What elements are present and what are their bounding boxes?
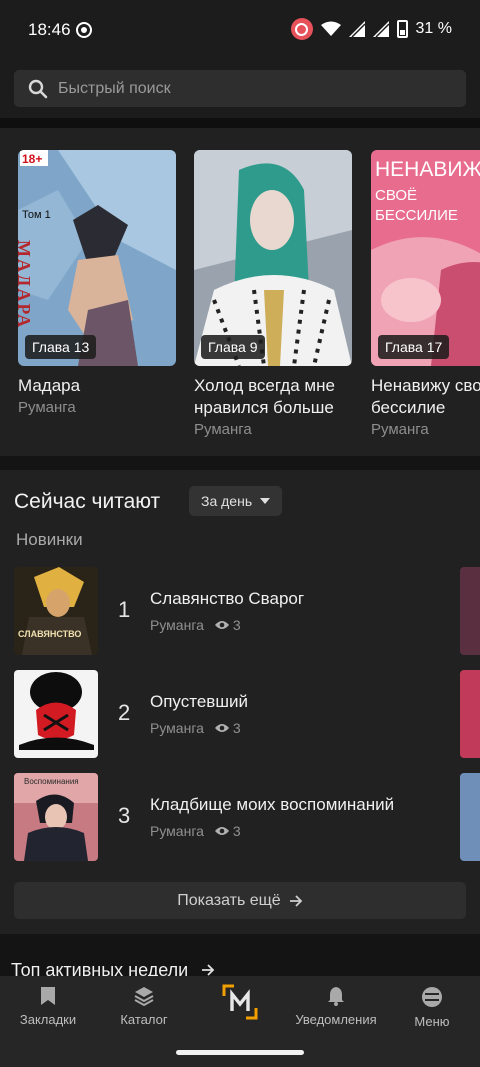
period-dropdown[interactable]: За день xyxy=(189,486,283,516)
cover-text: Том 1 xyxy=(22,209,51,221)
logo-m-icon xyxy=(222,984,258,1020)
nav-label: Закладки xyxy=(19,1012,77,1027)
divider xyxy=(0,118,480,128)
bell-icon xyxy=(328,987,344,1006)
menu-icon xyxy=(422,987,442,1007)
cover-thumbnail: СЛАВЯНСТВО xyxy=(14,567,98,655)
featured-card[interactable]: НЕНАВИЖУ СВОЁ БЕССИЛИЕ Глава 17 Ненавижу… xyxy=(371,150,480,438)
divider xyxy=(0,456,480,470)
status-time: 18:46 xyxy=(28,20,71,39)
cover-text: СВОЁ xyxy=(375,187,417,204)
search-bar: Быстрый поиск xyxy=(0,60,480,118)
card-source: Руманга xyxy=(18,399,76,416)
status-bar: 18:46 31 % xyxy=(0,0,480,60)
cover-text: МАДАРА xyxy=(18,240,34,329)
next-column-cover xyxy=(460,670,480,758)
search-placeholder: Быстрый поиск xyxy=(58,79,171,97)
nav-notifications[interactable]: Уведомления xyxy=(288,986,384,1027)
chapter-badge: Глава 9 xyxy=(201,335,265,359)
show-more-label: Показать ещё xyxy=(177,891,281,909)
layers-icon xyxy=(134,987,154,1006)
rank-number: 3 xyxy=(118,803,131,828)
nav-catalog[interactable]: Каталог xyxy=(96,986,192,1027)
card-title[interactable]: Холод всегда мне нравился больше xyxy=(194,375,352,419)
list-item[interactable]: 2 Опустевший Руманга 3 xyxy=(14,670,464,758)
battery-percent: 31 % xyxy=(415,20,452,37)
rank-number: 2 xyxy=(118,700,131,725)
battery-icon xyxy=(396,20,408,38)
bookmark-icon xyxy=(41,987,55,1005)
featured-card[interactable]: 18+ Том 1 МАДАРА Глава 13 Мадара Руманга xyxy=(18,150,176,416)
search-icon xyxy=(28,79,48,98)
cover-badge: 18+ xyxy=(22,152,42,166)
search-input[interactable]: Быстрый поиск xyxy=(14,70,466,107)
chapter-badge: Глава 13 xyxy=(25,335,97,359)
rank-number: 1 xyxy=(118,597,131,622)
screen-record-icon xyxy=(76,22,92,38)
chapter-badge: Глава 17 xyxy=(378,335,450,359)
cover-text: Воспоминания xyxy=(24,777,79,786)
arrow-right-icon xyxy=(289,894,302,907)
card-title[interactable]: Мадара xyxy=(18,375,176,397)
gesture-handle xyxy=(176,1050,304,1055)
view-count: 3 xyxy=(232,617,241,633)
nav-menu[interactable]: Меню xyxy=(384,986,480,1029)
card-title[interactable]: Ненавижу своё бессилие xyxy=(371,375,480,419)
wifi-icon xyxy=(320,21,341,36)
nav-label: Уведомления xyxy=(295,1012,377,1027)
next-column-cover xyxy=(460,773,480,861)
cover-image: 18+ Том 1 МАДАРА Глава 13 xyxy=(18,150,176,366)
nav-label: Меню xyxy=(414,1014,450,1029)
item-source: Руманга xyxy=(150,617,204,633)
card-source: Руманга xyxy=(194,421,252,438)
section-title: Сейчас читают xyxy=(14,490,161,513)
bottom-navigation: Закладки Каталог Уведомления Меню xyxy=(0,976,480,1067)
item-title: Славянство Сварог xyxy=(150,589,305,608)
item-title: Кладбище моих воспоминаний xyxy=(150,795,395,814)
item-title: Опустевший xyxy=(150,692,248,711)
cover-text: НЕНАВИЖУ xyxy=(375,158,480,181)
period-label: За день xyxy=(201,493,253,509)
next-column-cover xyxy=(460,567,480,655)
card-source: Руманга xyxy=(371,421,429,438)
cover-image: Глава 9 xyxy=(194,150,352,366)
cast-icon xyxy=(290,18,313,40)
list-item[interactable]: СЛАВЯНСТВО 1 Славянство Сварог Руманга 3 xyxy=(14,567,464,655)
eye-icon xyxy=(214,621,229,629)
featured-card[interactable]: Глава 9 Холод всегда мне нравился больше… xyxy=(194,150,352,438)
list-item[interactable]: Воспоминания 3 Кладбище моих воспоминани… xyxy=(14,773,464,861)
item-source: Руманга xyxy=(150,720,204,736)
arrow-right-icon xyxy=(202,964,215,976)
cover-image: НЕНАВИЖУ СВОЁ БЕССИЛИЕ Глава 17 xyxy=(371,150,480,366)
featured-carousel[interactable]: 18+ Том 1 МАДАРА Глава 13 Мадара Руманга… xyxy=(0,128,480,456)
item-source: Руманга xyxy=(150,823,204,839)
now-reading-section: Сейчас читают За день Новинки СЛАВЯНСТВО… xyxy=(0,470,480,934)
cover-text: СЛАВЯНСТВО xyxy=(18,629,81,639)
nav-label: Каталог xyxy=(120,1012,168,1027)
signal-icon-2 xyxy=(372,21,389,37)
eye-icon xyxy=(214,724,229,732)
nav-bookmarks[interactable]: Закладки xyxy=(0,986,96,1027)
signal-icon xyxy=(348,21,365,37)
cover-thumbnail xyxy=(14,670,98,758)
nav-home-logo[interactable] xyxy=(192,984,288,1026)
subsection-title: Новинки xyxy=(16,530,83,549)
view-count: 3 xyxy=(232,823,241,839)
cover-text: БЕССИЛИЕ xyxy=(375,207,458,224)
chevron-down-icon xyxy=(260,498,271,504)
show-more-button[interactable]: Показать ещё xyxy=(14,882,466,919)
top-active-section: Топ активных недели xyxy=(0,934,480,978)
cover-thumbnail: Воспоминания xyxy=(14,773,98,861)
view-count: 3 xyxy=(232,720,241,736)
eye-icon xyxy=(214,827,229,835)
